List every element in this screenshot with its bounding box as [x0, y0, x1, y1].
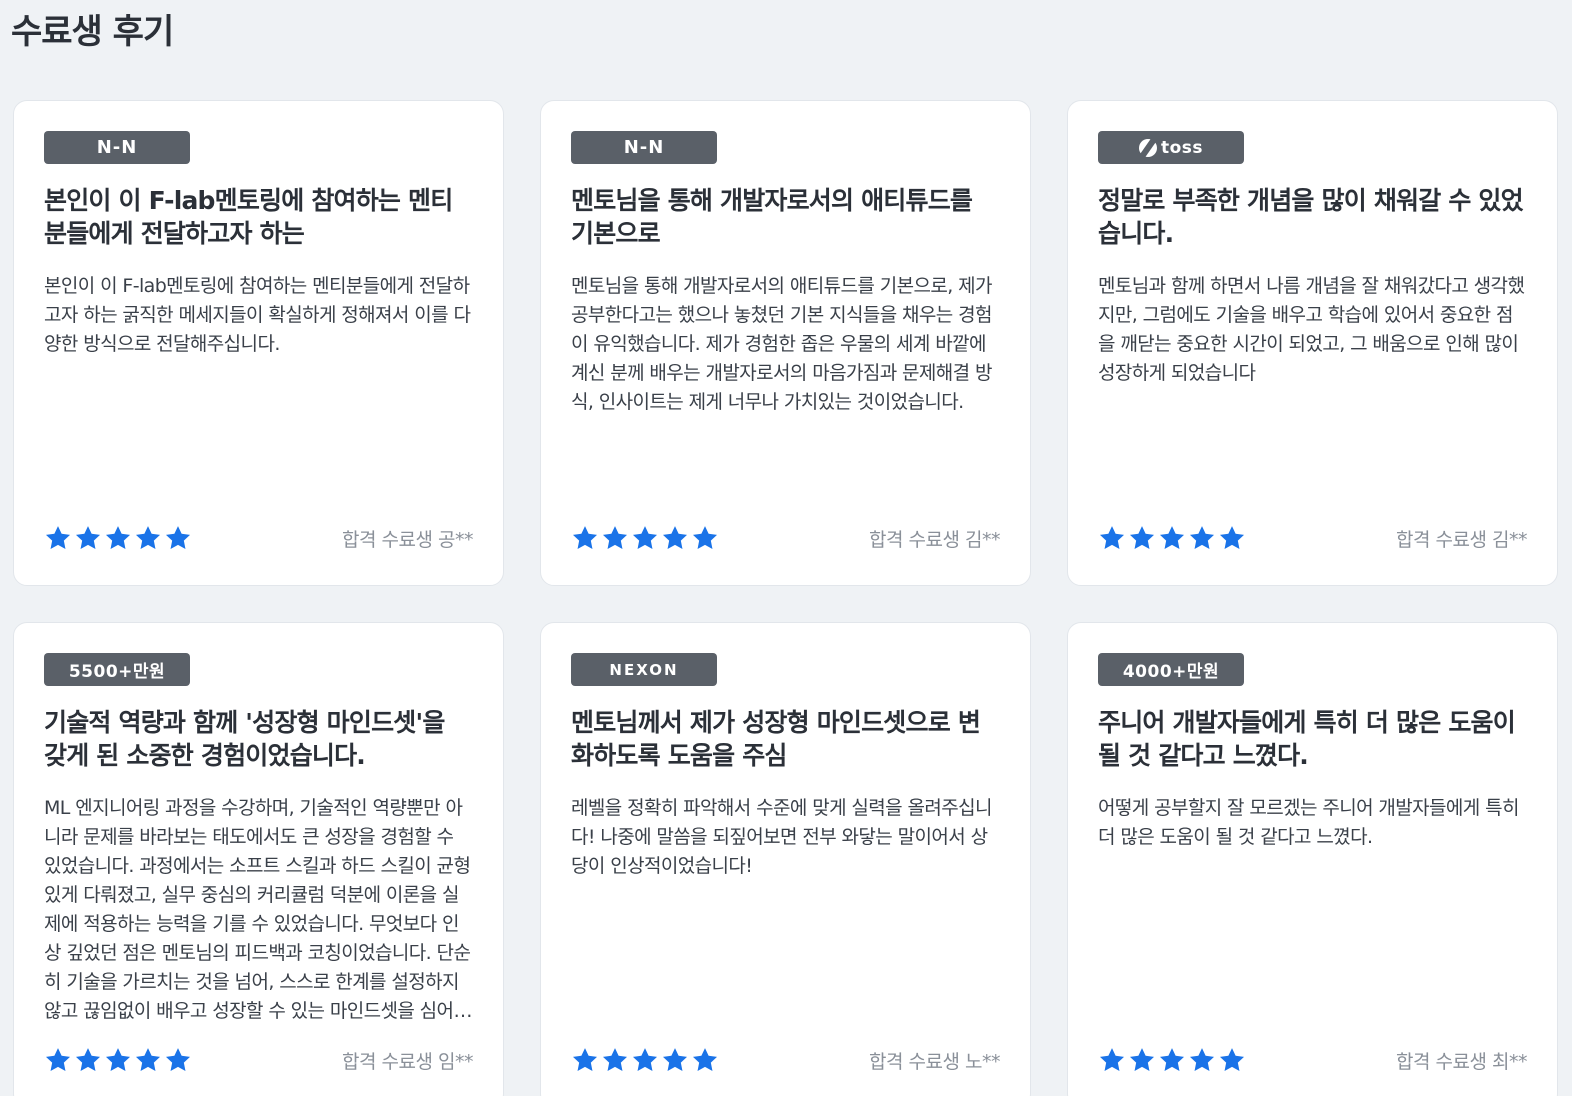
company-name: toss [1160, 137, 1204, 158]
review-body: 멘토님과 함께 하면서 나름 개념을 잘 채워갔다고 생각했지만, 그럼에도 기… [1098, 275, 1525, 384]
review-footer: 합격 수료생 김** [1098, 521, 1527, 555]
review-body: 어떻게 공부할지 잘 모르겠는 주니어 개발자들에게 특히 더 많은 도움이 될… [1098, 797, 1519, 848]
star-icon [1188, 524, 1216, 552]
company-badge: NEXON [571, 653, 717, 686]
review-title: 기술적 역량과 함께 '성장형 마인드셋'을 갖게 된 소중한 경험이었습니다. [44, 708, 445, 770]
review-card[interactable]: toss 정말로 부족한 개념을 많이 채워갈 수 있었습니다. 멘토님과 함께… [1067, 100, 1558, 586]
reviewer-name: 합격 수료생 김** [869, 528, 1000, 551]
star-icon [44, 1046, 72, 1074]
star-icon [134, 1046, 162, 1074]
star-rating [44, 1046, 192, 1074]
salary-badge: 5500+만원 [44, 653, 190, 686]
star-rating [571, 524, 719, 552]
star-icon [1218, 1046, 1246, 1074]
company-badge: toss [1098, 131, 1244, 164]
star-rating [1098, 1046, 1246, 1074]
review-body: ML 엔지니어링 과정을 수강하며, 기술적인 역량뿐만 아니라 문제를 바라보… [44, 797, 471, 1022]
review-title: 멘토님을 통해 개발자로서의 애티튜드를 기본으로 [571, 186, 973, 248]
reviewer-name: 합격 수료생 임** [342, 1050, 473, 1073]
star-icon [74, 524, 102, 552]
star-icon [1098, 1046, 1126, 1074]
reviewer-name: 합격 수료생 노** [869, 1050, 1000, 1073]
review-footer: 합격 수료생 최** [1098, 1043, 1527, 1077]
company-badge: N-N [571, 131, 717, 164]
star-icon [601, 524, 629, 552]
review-body: 본인이 이 F-lab멘토링에 참여하는 멘티분들에게 전달하고자 하는 굵직한… [44, 275, 471, 355]
section-title: 수료생 후기 [11, 12, 174, 52]
star-rating [44, 524, 192, 552]
star-icon [1098, 524, 1126, 552]
star-rating [571, 1046, 719, 1074]
star-icon [164, 524, 192, 552]
review-footer: 합격 수료생 노** [571, 1043, 1000, 1077]
star-icon [1188, 1046, 1216, 1074]
star-icon [691, 524, 719, 552]
star-icon [631, 524, 659, 552]
star-icon [74, 1046, 102, 1074]
star-icon [1158, 1046, 1186, 1074]
review-grid: N-N 본인이 이 F-lab멘토링에 참여하는 멘티분들에게 전달하고자 하는… [13, 100, 1559, 1096]
review-card[interactable]: 4000+만원 주니어 개발자들에게 특히 더 많은 도움이 될 것 같다고 느… [1067, 622, 1558, 1096]
nexon-logo-icon: NEXON [609, 660, 679, 679]
review-body: 레벨을 정확히 파악해서 수준에 맞게 실력을 올려주십니다! 나중에 말씀을 … [571, 797, 992, 877]
reviewer-name: 합격 수료생 김** [1396, 528, 1527, 551]
star-icon [601, 1046, 629, 1074]
review-card[interactable]: N-N 본인이 이 F-lab멘토링에 참여하는 멘티분들에게 전달하고자 하는… [13, 100, 504, 586]
review-card[interactable]: N-N 멘토님을 통해 개발자로서의 애티튜드를 기본으로 멘토님을 통해 개발… [540, 100, 1031, 586]
company-badge: N-N [44, 131, 190, 164]
star-icon [44, 524, 72, 552]
review-card[interactable]: NEXON 멘토님께서 제가 성장형 마인드셋으로 변화하도록 도움을 주심 레… [540, 622, 1031, 1096]
nhn-logo-icon: N-N [96, 137, 138, 158]
star-icon [661, 524, 689, 552]
reviewer-name: 합격 수료생 최** [1396, 1050, 1527, 1073]
salary-text: 4000+만원 [1122, 662, 1220, 682]
star-icon [164, 1046, 192, 1074]
star-rating [1098, 524, 1246, 552]
salary-text: 5500+만원 [68, 662, 166, 682]
reviewer-name: 합격 수료생 공** [342, 528, 473, 551]
nhn-logo-icon: N-N [623, 137, 665, 158]
star-icon [104, 524, 132, 552]
star-icon [134, 524, 162, 552]
star-icon [1128, 1046, 1156, 1074]
star-icon [661, 1046, 689, 1074]
review-footer: 합격 수료생 임** [44, 1043, 473, 1077]
review-title: 정말로 부족한 개념을 많이 채워갈 수 있었습니다. [1098, 186, 1524, 248]
star-icon [571, 524, 599, 552]
salary-badge: 4000+만원 [1098, 653, 1244, 686]
review-title: 본인이 이 F-lab멘토링에 참여하는 멘티분들에게 전달하고자 하는 [44, 186, 453, 248]
star-icon [1218, 524, 1246, 552]
star-icon [631, 1046, 659, 1074]
review-card[interactable]: 5500+만원 기술적 역량과 함께 '성장형 마인드셋'을 갖게 된 소중한 … [13, 622, 504, 1096]
review-footer: 합격 수료생 공** [44, 521, 473, 555]
star-icon [1158, 524, 1186, 552]
star-icon [571, 1046, 599, 1074]
review-footer: 합격 수료생 김** [571, 521, 1000, 555]
review-title: 멘토님께서 제가 성장형 마인드셋으로 변화하도록 도움을 주심 [571, 708, 981, 770]
review-body: 멘토님을 통해 개발자로서의 애티튜드를 기본으로, 제가 공부한다고는 했으나… [571, 275, 992, 413]
star-icon [104, 1046, 132, 1074]
toss-logo-icon [1138, 138, 1157, 157]
reviews-page: 수료생 후기 N-N 본인이 이 F-lab멘토링에 참여하는 멘티분들에게 전… [0, 0, 1572, 1096]
star-icon [691, 1046, 719, 1074]
star-icon [1128, 524, 1156, 552]
review-title: 주니어 개발자들에게 특히 더 많은 도움이 될 것 같다고 느꼈다. [1098, 708, 1516, 770]
